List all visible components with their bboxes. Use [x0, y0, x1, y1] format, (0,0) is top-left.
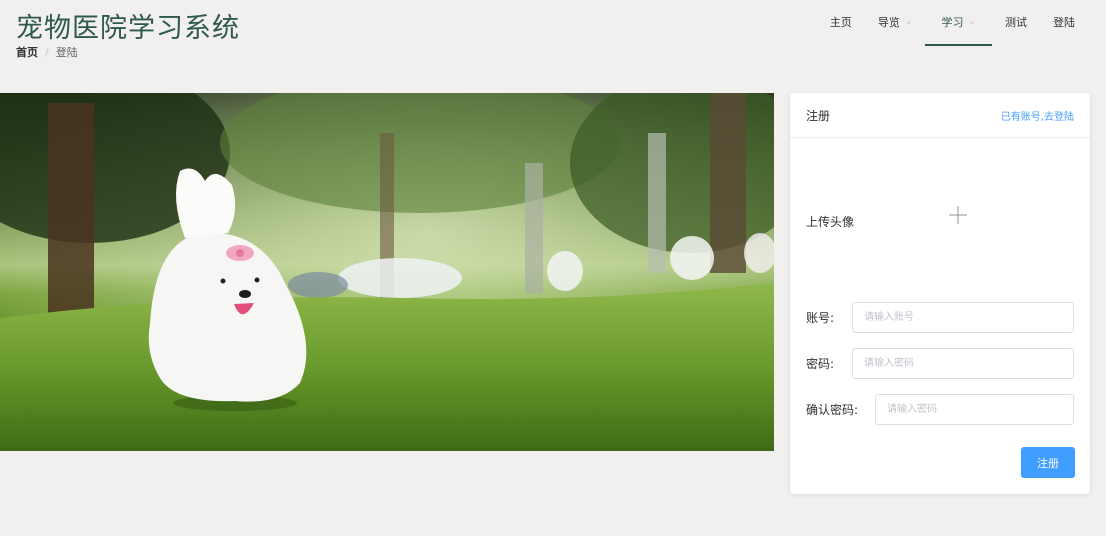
confirm-password-input[interactable] [875, 394, 1074, 425]
avatar-uploader[interactable] [940, 197, 976, 233]
nav-item-guide[interactable]: 导览 ⌄ [865, 0, 926, 46]
password-input[interactable] [852, 348, 1074, 379]
breadcrumb-separator: / [45, 45, 49, 59]
nav-item-home[interactable]: 主页 [817, 0, 865, 46]
nav-item-label: 学习 [941, 16, 964, 29]
confirm-password-label: 确认密码: [806, 403, 859, 417]
account-row: 账号: [806, 309, 834, 326]
password-label: 密码: [806, 357, 835, 371]
avatar-row: 上传头像 [806, 206, 967, 230]
nav-item-study[interactable]: 学习 ⌄ [925, 0, 992, 46]
avatar-label: 上传头像 [806, 215, 855, 229]
account-input[interactable] [852, 302, 1074, 333]
breadcrumb-current: 登陆 [55, 46, 78, 59]
register-button[interactable]: 注册 [1021, 447, 1075, 478]
top-nav: 主页 导览 ⌄ 学习 ⌄ 测试 登陆 [817, 0, 1088, 46]
chevron-down-icon: ⌄ [968, 17, 976, 27]
confirm-password-row: 确认密码: [806, 401, 858, 418]
chevron-down-icon: ⌄ [904, 17, 913, 27]
hero-image [0, 93, 774, 451]
nav-item-test[interactable]: 测试 [992, 0, 1040, 46]
register-title: 注册 [806, 108, 831, 123]
nav-item-label: 登陆 [1053, 16, 1075, 29]
password-row: 密码: [806, 355, 834, 372]
nav-item-label: 主页 [829, 16, 852, 29]
nav-item-label: 测试 [1005, 16, 1027, 29]
app-title: 宠物医院学习系统 [16, 13, 240, 44]
register-card-header: 注册 已有账号,去登陆 [790, 93, 1090, 138]
register-card: 注册 已有账号,去登陆 上传头像 账号: 密码: 确认密码: 注册 [790, 93, 1090, 494]
nav-item-label: 导览 [877, 16, 900, 29]
breadcrumb: 首页 / 登陆 [16, 44, 78, 60]
account-label: 账号: [806, 311, 835, 325]
nav-item-login[interactable]: 登陆 [1040, 0, 1088, 46]
go-login-link[interactable]: 已有账号,去登陆 [1001, 108, 1074, 123]
plus-icon [949, 206, 967, 224]
breadcrumb-home[interactable]: 首页 [16, 44, 38, 60]
